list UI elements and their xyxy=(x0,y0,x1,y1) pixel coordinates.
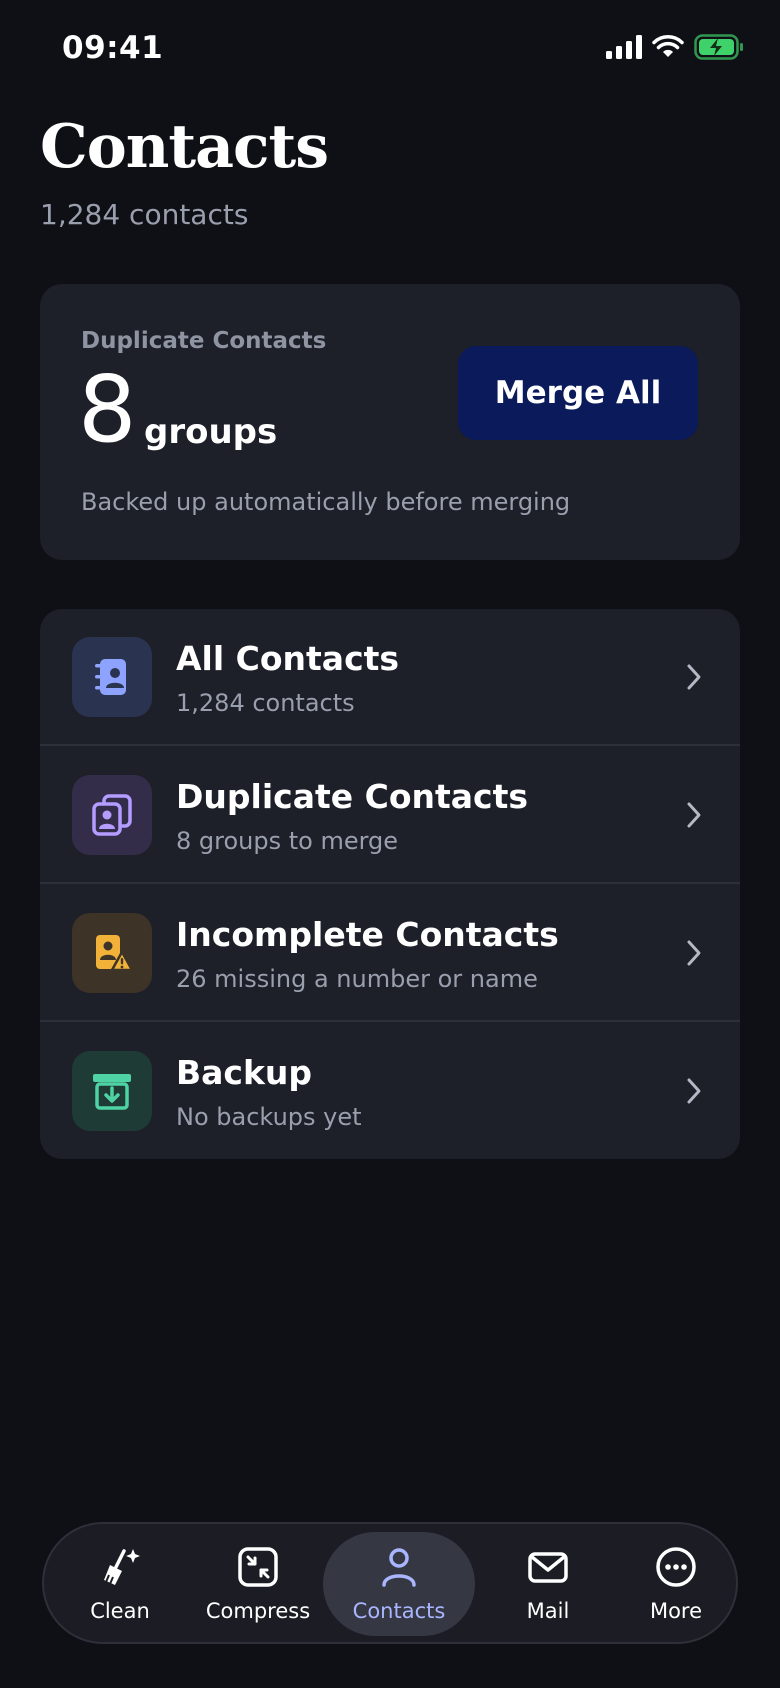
status-time: 09:41 xyxy=(62,30,164,66)
list-item-subtitle: No backups yet xyxy=(176,1103,362,1131)
address-book-icon xyxy=(72,637,152,717)
duplicate-group-count: 8 xyxy=(78,356,137,463)
divider xyxy=(40,882,740,884)
broom-sparkle-icon xyxy=(98,1545,142,1589)
chevron-right-icon xyxy=(686,939,702,971)
list-item-title: Backup xyxy=(176,1053,313,1092)
backup-note: Backed up automatically before merging xyxy=(81,488,571,516)
list-item-title: Incomplete Contacts xyxy=(176,915,559,954)
divider xyxy=(40,744,740,746)
duplicate-summary-card: Duplicate Contacts 8 groups Backed up au… xyxy=(40,284,740,560)
tab-bar: Clean Compress Contacts Mail More xyxy=(42,1522,738,1644)
chevron-right-icon xyxy=(686,663,702,695)
list-item-backup[interactable]: Backup No backups yet xyxy=(40,1023,740,1159)
tab-more[interactable]: More xyxy=(620,1532,732,1636)
tab-label: Clean xyxy=(90,1599,150,1623)
tab-label: Contacts xyxy=(352,1599,446,1623)
tab-compress[interactable]: Compress xyxy=(188,1532,328,1636)
duplicate-group-unit: groups xyxy=(144,412,278,452)
contacts-count: 1,284 contacts xyxy=(40,198,249,231)
status-bar: 09:41 xyxy=(0,0,780,100)
ellipsis-circle-icon xyxy=(654,1545,698,1589)
list-item-incomplete-contacts[interactable]: Incomplete Contacts 26 missing a number … xyxy=(40,885,740,1022)
battery-charging-icon xyxy=(694,34,744,64)
list-item-all-contacts[interactable]: All Contacts 1,284 contacts xyxy=(40,609,740,746)
tab-contacts[interactable]: Contacts xyxy=(323,1532,475,1636)
chevron-right-icon xyxy=(686,1077,702,1109)
divider xyxy=(40,1020,740,1022)
list-item-duplicate-contacts[interactable]: Duplicate Contacts 8 groups to merge xyxy=(40,747,740,884)
list-item-subtitle: 26 missing a number or name xyxy=(176,965,538,993)
chevron-right-icon xyxy=(686,801,702,833)
envelope-icon xyxy=(526,1545,570,1589)
person-icon xyxy=(377,1545,421,1589)
tab-label: Compress xyxy=(205,1599,311,1623)
wifi-icon xyxy=(652,35,684,63)
archive-download-icon xyxy=(72,1051,152,1131)
tab-label: Mail xyxy=(526,1599,570,1623)
duplicate-contact-icon xyxy=(72,775,152,855)
list-item-title: All Contacts xyxy=(176,639,400,678)
incomplete-contact-icon xyxy=(72,913,152,993)
list-item-subtitle: 1,284 contacts xyxy=(176,689,355,717)
status-icons xyxy=(606,34,744,64)
contacts-menu-list: All Contacts 1,284 contacts Duplicate Co… xyxy=(40,609,740,1159)
tab-clean[interactable]: Clean xyxy=(64,1532,176,1636)
tab-mail[interactable]: Mail xyxy=(492,1532,604,1636)
compress-icon xyxy=(236,1545,280,1589)
cellular-signal-icon xyxy=(606,35,642,63)
list-item-subtitle: 8 groups to merge xyxy=(176,827,399,855)
tab-label: More xyxy=(649,1599,703,1623)
list-item-title: Duplicate Contacts xyxy=(176,777,529,816)
merge-all-button[interactable]: Merge All xyxy=(458,346,698,440)
summary-label: Duplicate Contacts xyxy=(81,328,327,354)
page-title: Contacts xyxy=(40,112,329,182)
